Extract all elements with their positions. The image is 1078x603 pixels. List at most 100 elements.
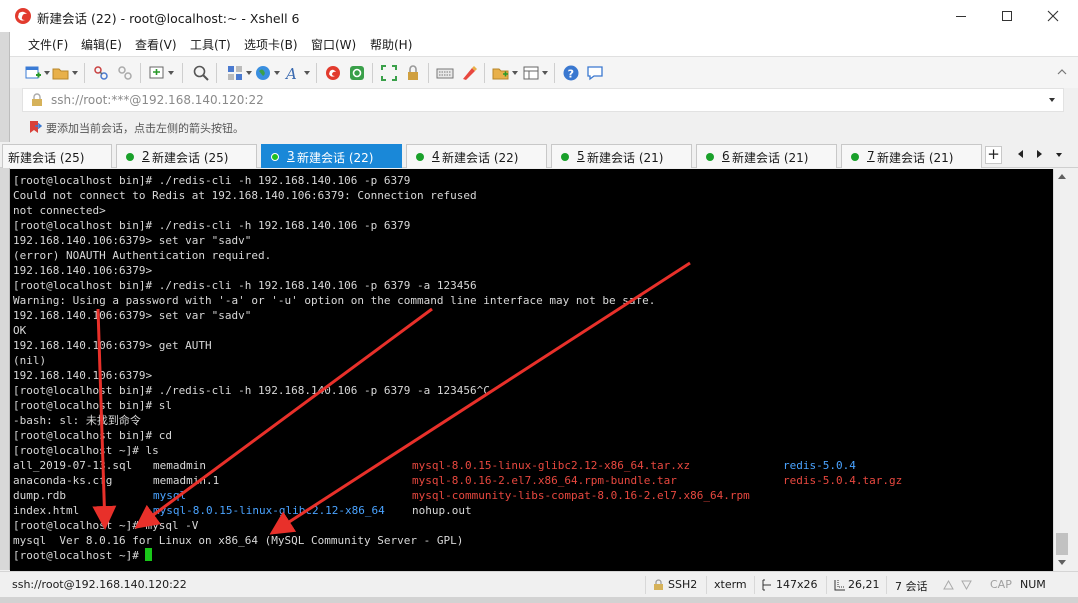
tab-number: 3 <box>287 149 295 163</box>
tab-session-3[interactable]: 3 新建会话 (22) <box>261 144 402 168</box>
tab-bar: 新建会话 (25) 2 新建会话 (25) 3 新建会话 (22) 4 新建会话… <box>0 142 1078 168</box>
menu-tools[interactable]: 工具(T) <box>190 36 231 53</box>
menu-view[interactable]: 查看(V) <box>135 36 177 53</box>
tab-label: 新建会话 (21) <box>587 151 664 165</box>
tab-session-4[interactable]: 4 新建会话 (22) <box>406 144 547 168</box>
layout-icon[interactable] <box>522 64 540 82</box>
terminal-line: [root@localhost bin]# cd <box>13 429 172 442</box>
keyboard-icon[interactable] <box>436 64 454 82</box>
connected-status-icon <box>561 153 569 161</box>
terminal-line: [root@localhost bin]# ./redis-cli -h 192… <box>13 384 490 397</box>
add-tab-button[interactable]: + <box>985 146 1002 164</box>
menu-window[interactable]: 窗口(W) <box>311 36 356 53</box>
terminal-prompt-line: [root@localhost ~]# <box>13 548 153 563</box>
status-connection: ssh://root@192.168.140.120:22 <box>12 578 187 591</box>
tab-label: 新建会话 (22) <box>442 151 519 165</box>
search-icon[interactable] <box>192 64 210 82</box>
svg-text:A: A <box>284 65 297 82</box>
ls-entry: mysql-8.0.15-linux-glibc2.12-x86_64.tar.… <box>412 459 691 472</box>
arrow-down-icon[interactable] <box>961 580 972 590</box>
connected-status-icon <box>271 153 279 161</box>
help-icon[interactable]: ? <box>562 64 580 82</box>
close-button[interactable] <box>1030 0 1076 32</box>
tab-label: 新建会话 (21) <box>877 151 954 165</box>
tab-number: 4 <box>432 149 440 163</box>
terminal-line: [root@localhost bin]# ./redis-cli -h 192… <box>13 174 411 187</box>
chat-icon[interactable] <box>586 64 604 82</box>
terminal-line: [root@localhost ~]# ls <box>13 444 159 457</box>
open-folder-icon[interactable] <box>52 64 70 82</box>
ls-entry: mysql-8.0.16-2.el7.x86_64.rpm-bundle.tar <box>412 474 677 487</box>
bookmark-arrow-icon[interactable] <box>28 120 42 134</box>
tab-number: 7 <box>867 149 875 163</box>
tab-session-6[interactable]: 6 新建会话 (21) <box>696 144 837 168</box>
tab-number: 5 <box>577 149 585 163</box>
tab-list-dropdown-icon[interactable] <box>1056 153 1062 157</box>
status-protocol: SSH2 <box>668 578 698 591</box>
terminal-line: 192.168.140.106:6379> set var "sadv" <box>13 234 252 247</box>
tab-session-7[interactable]: 7 新建会话 (21) <box>841 144 982 168</box>
terminal-line: not connected> <box>13 204 106 217</box>
terminal-line: 192.168.140.106:6379> set var "sadv" <box>13 309 252 322</box>
terminal-line: [root@localhost bin]# sl <box>13 399 172 412</box>
menu-file[interactable]: 文件(F) <box>28 36 68 53</box>
terminal-output[interactable]: [root@localhost bin]# ./redis-cli -h 192… <box>10 169 1053 571</box>
ls-entry: mysql <box>153 489 187 502</box>
font-icon[interactable]: A <box>284 64 302 82</box>
minimize-icon <box>956 16 966 17</box>
scroll-up-icon[interactable] <box>1058 174 1066 179</box>
fullscreen-icon[interactable] <box>380 64 398 82</box>
tab-number: 2 <box>142 149 150 163</box>
lock-icon[interactable] <box>404 64 422 82</box>
connected-status-icon <box>126 153 134 161</box>
scroll-tabs-left-icon[interactable] <box>1018 150 1023 158</box>
scrollbar-thumb[interactable] <box>1056 533 1068 555</box>
terminal-line: 192.168.140.106:6379> get AUTH <box>13 339 212 352</box>
address-dropdown-icon[interactable] <box>1049 98 1055 102</box>
terminal-line: Could not connect to Redis at 192.168.14… <box>13 189 477 202</box>
tab-session-2[interactable]: 2 新建会话 (25) <box>116 144 257 168</box>
xshell-icon[interactable] <box>324 64 342 82</box>
scroll-tabs-right-icon[interactable] <box>1037 150 1042 158</box>
tab-session-1[interactable]: 新建会话 (25) <box>2 144 112 168</box>
terminal-scrollbar[interactable] <box>1053 169 1070 571</box>
minimize-button[interactable] <box>938 0 984 32</box>
window-title: 新建会话 (22) - root@localhost:~ - Xshell 6 <box>37 11 300 26</box>
globe-icon[interactable] <box>254 64 272 82</box>
address-field[interactable]: ssh://root:***@192.168.140.120:22 <box>51 93 264 107</box>
ls-entry: mysql-community-libs-compat-8.0.16-2.el7… <box>412 489 750 502</box>
scroll-down-icon[interactable] <box>1058 560 1066 565</box>
highlight-icon[interactable] <box>460 64 478 82</box>
terminal-line: (error) NOAUTH Authentication required. <box>13 249 272 262</box>
ls-entry: redis-5.0.4.tar.gz <box>783 474 903 487</box>
terminal-line: -bash: sl: 未找到命令 <box>13 414 141 427</box>
terminal-line: [root@localhost ~]# mysql -V <box>13 519 199 532</box>
tab-label: 新建会话 (25) <box>152 151 229 165</box>
new-window-icon[interactable] <box>148 64 166 82</box>
svg-text:?: ? <box>568 68 574 81</box>
menu-help[interactable]: 帮助(H) <box>370 36 412 53</box>
resize-icon <box>762 579 771 591</box>
terminal-line: (nil) <box>13 354 47 367</box>
toolbar-overflow-icon[interactable] <box>1057 67 1067 77</box>
title-bar: 新建会话 (22) - root@localhost:~ - Xshell 6 <box>0 0 1078 32</box>
status-session-count: 7 会话 <box>895 580 928 593</box>
disconnect-icon[interactable] <box>116 64 134 82</box>
new-session-icon[interactable] <box>24 64 42 82</box>
menu-tabs[interactable]: 选项卡(B) <box>244 36 298 53</box>
tab-session-5[interactable]: 5 新建会话 (21) <box>551 144 692 168</box>
xftp-icon[interactable] <box>348 64 366 82</box>
maximize-icon <box>1002 11 1012 21</box>
terminal-line: [root@localhost bin]# ./redis-cli -h 192… <box>13 279 477 292</box>
arrow-up-icon[interactable] <box>943 580 954 590</box>
connect-icon[interactable] <box>92 64 110 82</box>
maximize-button[interactable] <box>984 0 1030 32</box>
menu-edit[interactable]: 编辑(E) <box>81 36 122 53</box>
ls-entry: memadmin.1 <box>153 474 220 487</box>
connected-status-icon <box>416 153 424 161</box>
add-tab-icon[interactable] <box>492 64 510 82</box>
transfer-icon[interactable] <box>226 64 244 82</box>
terminal-line: [root@localhost bin]# ./redis-cli -h 192… <box>13 219 411 232</box>
terminal-prompt: [root@localhost ~]# <box>13 549 146 562</box>
address-bar[interactable]: ssh://root:***@192.168.140.120:22 <box>22 88 1064 112</box>
